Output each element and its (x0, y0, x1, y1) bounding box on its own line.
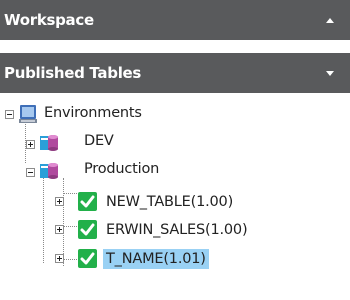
tree-node-t-name[interactable]: T_NAME(1.01) (103, 249, 209, 269)
tree-node-dev[interactable]: DEV (84, 131, 114, 151)
expand-dev-toggle[interactable] (26, 140, 35, 149)
green-check-icon (78, 192, 97, 211)
published-tables-panel-header[interactable]: Published Tables (0, 53, 350, 93)
database-icon (38, 159, 60, 186)
computer-icon (17, 103, 39, 130)
tree-node-production[interactable]: Production (84, 159, 159, 179)
collapse-environments-toggle[interactable] (5, 110, 14, 119)
tree-node-new-table[interactable]: NEW_TABLE(1.00) (106, 192, 233, 212)
expand-down-icon[interactable] (326, 71, 334, 76)
published-tables-title: Published Tables (4, 64, 142, 82)
green-check-icon (78, 220, 97, 239)
collapse-production-toggle[interactable] (26, 168, 35, 177)
tree-connector (43, 173, 44, 263)
green-check-icon (78, 249, 97, 268)
expand-erwin-sales-toggle[interactable] (55, 225, 64, 234)
expand-new-table-toggle[interactable] (55, 197, 64, 206)
expand-t-name-toggle[interactable] (55, 254, 64, 263)
database-icon (38, 131, 60, 158)
collapse-up-icon[interactable] (326, 18, 334, 23)
tree-connector (63, 226, 77, 227)
tree-connector (63, 193, 77, 194)
tree-connector (63, 178, 64, 266)
tree-node-environments[interactable]: Environments (44, 103, 142, 123)
tree-node-erwin-sales[interactable]: ERWIN_SALES(1.00) (106, 220, 248, 240)
tree-connector (63, 259, 77, 260)
workspace-title: Workspace (4, 11, 94, 29)
workspace-panel-header[interactable]: Workspace (0, 0, 350, 40)
published-tables-tree: Environments DEV Production NEW_TABLE(1.… (0, 93, 350, 300)
